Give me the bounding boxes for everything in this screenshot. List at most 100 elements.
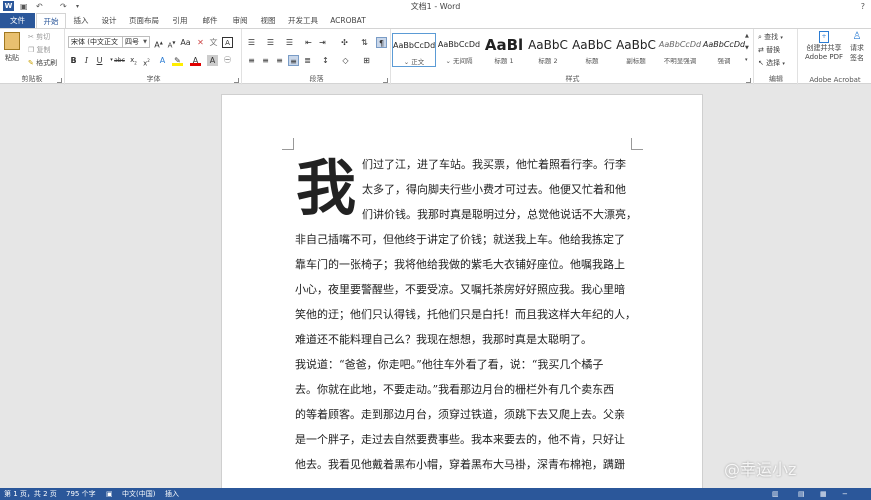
clipboard-launcher-icon[interactable]	[57, 78, 62, 83]
sort-icon[interactable]: ⇅	[359, 37, 370, 48]
font-size-value: 四号	[125, 38, 139, 46]
show-marks-icon[interactable]: ¶	[376, 37, 387, 48]
numbering-icon[interactable]: ☰	[265, 37, 276, 48]
tab-mailings[interactable]: 邮件	[196, 13, 224, 28]
font-group: 宋体 (中文正文▼ 四号▼ A▲ A▼ Aa ✕ 文 A B I U ▾ abc…	[66, 29, 242, 85]
style-normal[interactable]: AaBbCcDd ⌄ 正文	[392, 33, 436, 67]
style-subtle-emphasis[interactable]: AaBbCcDd 不明显强调	[658, 33, 702, 67]
document-body[interactable]: 们过了江，进了车站。我买票，他忙着照看行李。行李 太多了，得向脚夫行些小费才可过…	[295, 155, 637, 488]
styles-scroll-up-icon[interactable]: ▲	[745, 33, 749, 39]
distributed-icon[interactable]: ≣	[302, 55, 313, 66]
clear-format-icon[interactable]: ✕	[195, 37, 206, 48]
phonetic-guide-icon[interactable]: 文	[208, 37, 219, 48]
paragraph-launcher-icon[interactable]	[383, 78, 388, 83]
print-layout-icon[interactable]: ▤	[798, 488, 805, 500]
justify-icon[interactable]: ≡	[288, 55, 299, 66]
format-painter-button[interactable]: ✎ 格式刷	[28, 58, 57, 68]
align-left-icon[interactable]: ≡	[246, 55, 257, 66]
copy-button[interactable]: ❐ 复制	[28, 45, 51, 55]
signer-icon: ♙	[852, 31, 862, 42]
char-shading-icon[interactable]: A	[207, 55, 218, 66]
document-area[interactable]: 我 们过了江，进了车站。我买票，他忙着照看行李。行李 太多了，得向脚夫行些小费才…	[0, 85, 871, 488]
align-right-icon[interactable]: ≡	[274, 55, 285, 66]
help-button[interactable]: ?	[861, 0, 865, 13]
font-color-icon[interactable]: A	[190, 55, 201, 66]
text-line: 难道还不能料理自己么？我现在想想，我那时真是太聪明了。	[295, 333, 592, 346]
copy-label: 复制	[36, 46, 51, 54]
document-page[interactable]: 我 们过了江，进了车站。我买票，他忙着照看行李。行李 太多了，得向脚夫行些小费才…	[221, 94, 703, 488]
bold-icon[interactable]: B	[68, 55, 79, 66]
font-size-combo[interactable]: 四号 ▼	[122, 36, 150, 48]
insert-mode[interactable]: 插入	[165, 488, 179, 500]
replace-icon: ⇄	[758, 46, 764, 54]
styles-more-icon[interactable]: ▾	[745, 57, 748, 63]
decrease-indent-icon[interactable]: ⇤	[303, 37, 314, 48]
change-case-icon[interactable]: Aa	[180, 37, 191, 48]
language-status[interactable]: 中文(中国)	[122, 488, 155, 500]
tab-view[interactable]: 视图	[255, 13, 281, 28]
paste-icon[interactable]	[4, 32, 20, 50]
font-name-value: 宋体 (中文正文	[71, 38, 118, 46]
replace-label: 替换	[766, 46, 781, 54]
borders-icon[interactable]: ⊞	[361, 55, 372, 66]
italic-icon[interactable]: I	[81, 55, 92, 66]
text-line: 是一个胖子，走过去自然要费事些。我本来要去的，他不肯，只好让	[295, 433, 625, 446]
web-layout-icon[interactable]: ▦	[820, 488, 827, 500]
char-border-icon[interactable]: A	[222, 37, 233, 48]
create-pdf-button[interactable]: + 创建并共享 Adobe PDF	[804, 31, 844, 61]
styles-launcher-icon[interactable]	[746, 78, 751, 83]
style-title[interactable]: AaBbC 标题	[570, 33, 614, 67]
select-button[interactable]: ↖ 选择 ▾	[758, 58, 785, 68]
style-heading-1[interactable]: AaBl 标题 1	[482, 33, 526, 67]
strikethrough-icon[interactable]: abc	[114, 55, 125, 66]
align-center-icon[interactable]: ≡	[260, 55, 271, 66]
format-painter-label: 格式刷	[36, 59, 58, 67]
style-heading-2[interactable]: AaBbC 标题 2	[526, 33, 570, 67]
paste-button[interactable]: 粘贴	[5, 53, 19, 63]
bullets-icon[interactable]: ☰	[246, 37, 257, 48]
proofing-icon[interactable]: ▣	[106, 488, 113, 500]
tab-layout[interactable]: 页面布局	[124, 13, 164, 28]
style-emphasis[interactable]: AaBbCcDd 强调	[702, 33, 746, 67]
word-count[interactable]: 795 个字	[66, 488, 96, 500]
tab-review[interactable]: 审阅	[226, 13, 254, 28]
replace-button[interactable]: ⇄ 替换	[758, 45, 780, 55]
tab-references[interactable]: 引用	[166, 13, 194, 28]
paragraph-group: ☰ ☰ ☰ ⇤ ⇥ ✣ ⇅ ¶ ≡ ≡ ≡ ≡ ≣ ↕ ◇ ⊞ 段落	[243, 29, 391, 85]
zoom-icon[interactable]: −	[842, 488, 848, 500]
tab-design[interactable]: 设计	[96, 13, 122, 28]
enclose-char-icon[interactable]: ㊀	[222, 55, 233, 66]
cut-button[interactable]: ✂ 剪切	[28, 32, 50, 42]
chinese-layout-icon[interactable]: ✣	[339, 37, 350, 48]
pdf-icon: +	[819, 31, 829, 43]
style-no-spacing[interactable]: AaBbCcDd ⌄ 无间隔	[437, 33, 481, 67]
increase-indent-icon[interactable]: ⇥	[317, 37, 328, 48]
line-spacing-icon[interactable]: ↕	[320, 55, 331, 66]
tab-insert[interactable]: 插入	[68, 13, 94, 28]
style-sample: AaBbCcDd	[658, 40, 702, 49]
shading-icon[interactable]: ◇	[340, 55, 351, 66]
underline-icon[interactable]: U	[94, 55, 105, 66]
page-count[interactable]: 第 1 页，共 2 页	[4, 488, 57, 500]
tab-home[interactable]: 开始	[36, 13, 66, 28]
tab-developer[interactable]: 开发工具	[283, 13, 323, 28]
multilevel-list-icon[interactable]: ☰	[284, 37, 295, 48]
highlight-icon[interactable]: ✎	[172, 55, 183, 66]
font-launcher-icon[interactable]	[234, 78, 239, 83]
shrink-font-icon[interactable]: A▼	[166, 37, 177, 49]
text-effects-icon[interactable]: A	[157, 55, 168, 66]
request-signature-button[interactable]: ♙ 请求 签名	[846, 31, 868, 63]
read-mode-icon[interactable]: ▥	[772, 488, 779, 500]
style-subtitle[interactable]: AaBbC 副标题	[614, 33, 658, 67]
text-line: 靠车门的一张椅子；我将他给我做的紫毛大衣铺好座位。他嘱我路上	[295, 258, 625, 271]
grow-font-icon[interactable]: A▲	[153, 37, 164, 50]
superscript-icon[interactable]: x2	[141, 55, 152, 67]
subscript-icon[interactable]: x2	[128, 55, 139, 66]
style-name: 标题	[585, 57, 599, 65]
find-button[interactable]: ⌕ 查找 ▾	[758, 32, 783, 42]
tab-file[interactable]: 文件	[0, 13, 35, 28]
styles-scroll-down-icon[interactable]: ▼	[745, 45, 749, 51]
tab-acrobat[interactable]: ACROBAT	[326, 13, 370, 28]
chevron-down-icon: ▾	[782, 61, 785, 67]
text-line: 去。你就在此地，不要走动。”我看那边月台的栅栏外有几个卖东西	[295, 383, 615, 396]
